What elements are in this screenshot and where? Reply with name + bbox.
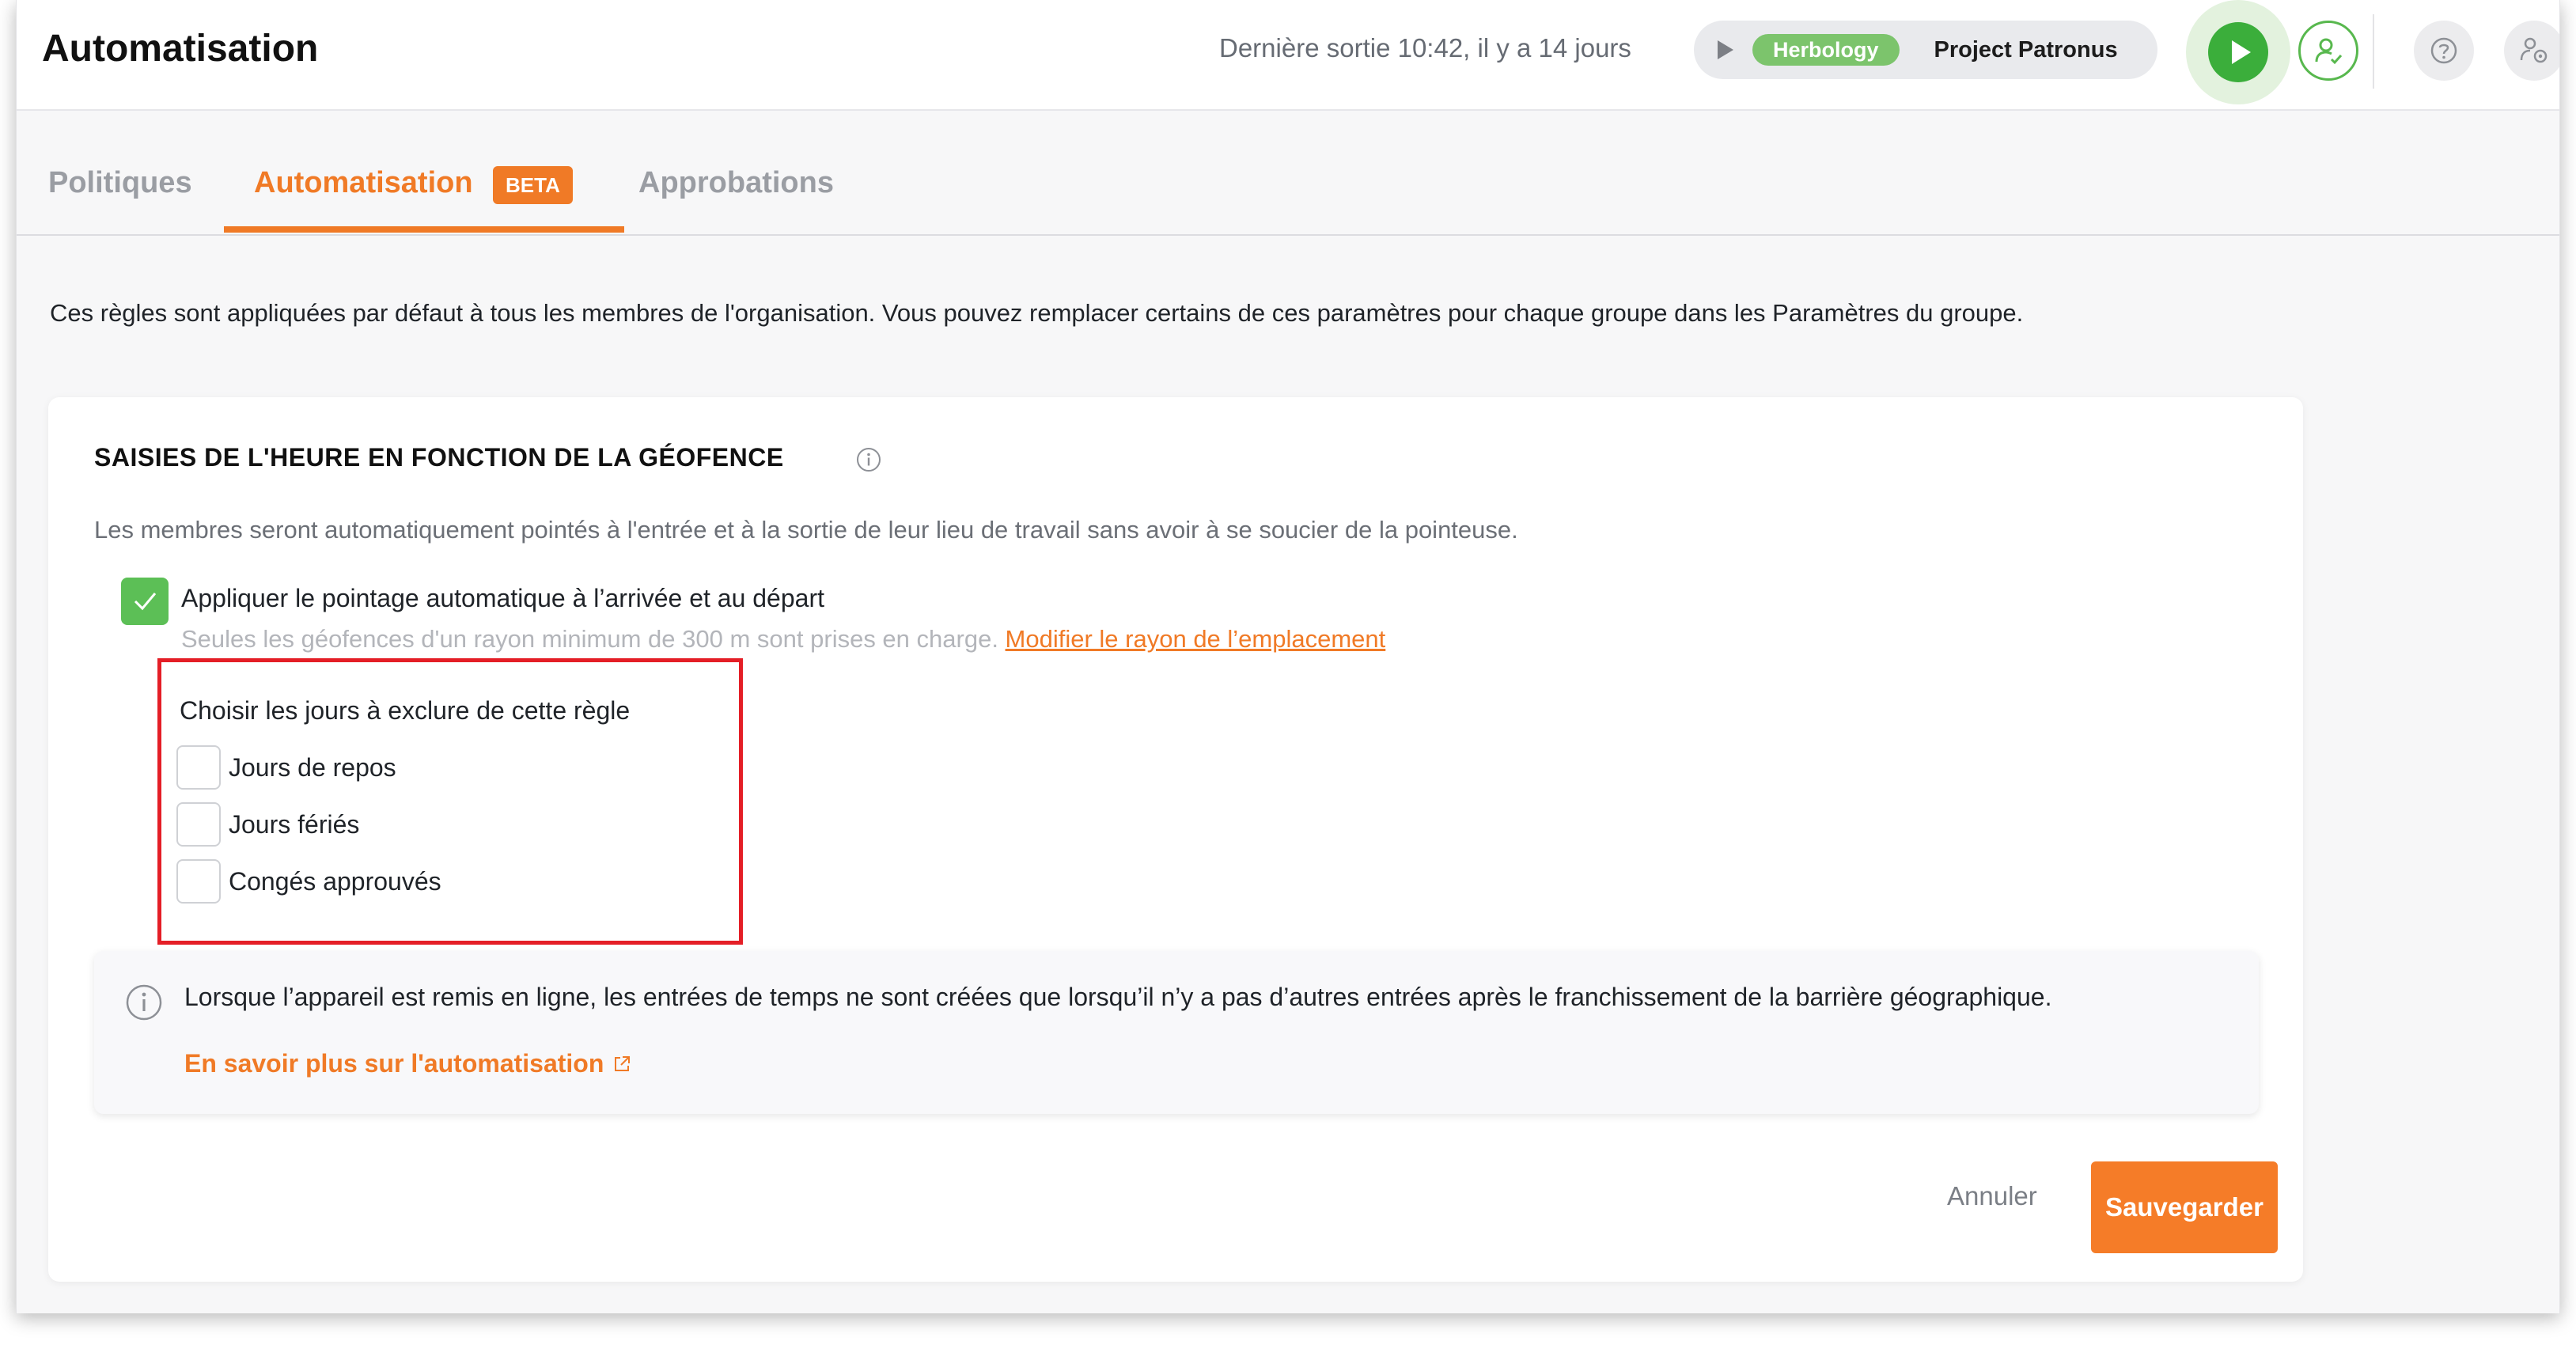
user-check-icon [2315, 38, 2343, 65]
tab-automation[interactable]: Automatisation [254, 166, 473, 200]
external-link-icon [615, 1055, 631, 1071]
cancel-button[interactable]: Annuler [1947, 1173, 2037, 1220]
intro-text: Ces règles sont appliquées par défaut à … [50, 299, 2024, 327]
radius-note-text: Seules les géofences d'un rayon minimum … [181, 625, 1006, 653]
beta-badge: BETA [493, 166, 573, 204]
tab-policies[interactable]: Politiques [48, 166, 192, 200]
exclude-day-row[interactable]: Congés approuvés [176, 859, 441, 904]
info-icon [126, 984, 162, 1021]
holidays-label: Jours fériés [229, 809, 360, 839]
apply-auto-clock-label: Appliquer le pointage automatique à l’ar… [181, 584, 824, 612]
tab-bar: Politiques Automatisation BETA Approbati… [17, 111, 2559, 236]
project-name: Project Patronus [1934, 36, 2118, 63]
radius-note: Seules les géofences d'un rayon minimum … [181, 625, 1385, 654]
start-timer-button[interactable] [2186, 0, 2290, 104]
learn-more-label: En savoir plus sur l'automatisation [184, 1049, 604, 1078]
info-icon[interactable] [855, 446, 882, 473]
tab-approvals[interactable]: Approbations [638, 166, 834, 200]
project-badge: Herbology [1752, 34, 1900, 66]
help-icon [2430, 37, 2457, 64]
active-tab-indicator [224, 226, 624, 233]
exclude-day-row[interactable]: Jours fériés [176, 802, 359, 847]
play-small-icon [1718, 40, 1733, 59]
timer-widget[interactable]: Herbology Project Patronus [1694, 21, 2157, 79]
play-icon [2208, 22, 2268, 82]
holidays-checkbox[interactable] [176, 802, 221, 847]
rest-days-label: Jours de repos [229, 752, 396, 782]
exclude-day-row[interactable]: Jours de repos [176, 745, 396, 790]
geofence-card: SAISIES DE L'HEURE EN FONCTION DE LA GÉO… [48, 397, 2303, 1282]
top-header: Automatisation Dernière sortie 10:42, il… [17, 0, 2559, 111]
last-exit-status: Dernière sortie 10:42, il y a 14 jours [1219, 33, 1631, 63]
page-title: Automatisation [42, 28, 319, 70]
exclude-days-title: Choisir les jours à exclure de cette règ… [180, 696, 631, 725]
user-settings-icon [2520, 37, 2548, 63]
learn-more-link[interactable]: En savoir plus sur l'automatisation [184, 1049, 632, 1078]
user-check-button[interactable] [2298, 21, 2358, 81]
help-button[interactable] [2414, 21, 2474, 81]
card-description: Les membres seront automatiquement point… [94, 516, 1518, 544]
rest-days-checkbox[interactable] [176, 745, 221, 790]
approved-leave-label: Congés approuvés [229, 866, 441, 896]
settings-button[interactable] [2504, 21, 2559, 81]
info-text: Lorsque l’appareil est remis en ligne, l… [184, 983, 2052, 1011]
save-button[interactable]: Sauvegarder [2091, 1161, 2278, 1253]
card-title: SAISIES DE L'HEURE EN FONCTION DE LA GÉO… [94, 443, 784, 472]
apply-auto-clock-checkbox[interactable] [121, 578, 169, 625]
info-panel: Lorsque l’appareil est remis en ligne, l… [94, 951, 2259, 1114]
app-window: Automatisation Dernière sortie 10:42, il… [16, 0, 2560, 1313]
edit-radius-link[interactable]: Modifier le rayon de l’emplacement [1006, 625, 1386, 653]
checkmark-icon [134, 593, 157, 611]
header-divider [2373, 14, 2374, 89]
approved-leave-checkbox[interactable] [176, 859, 221, 904]
